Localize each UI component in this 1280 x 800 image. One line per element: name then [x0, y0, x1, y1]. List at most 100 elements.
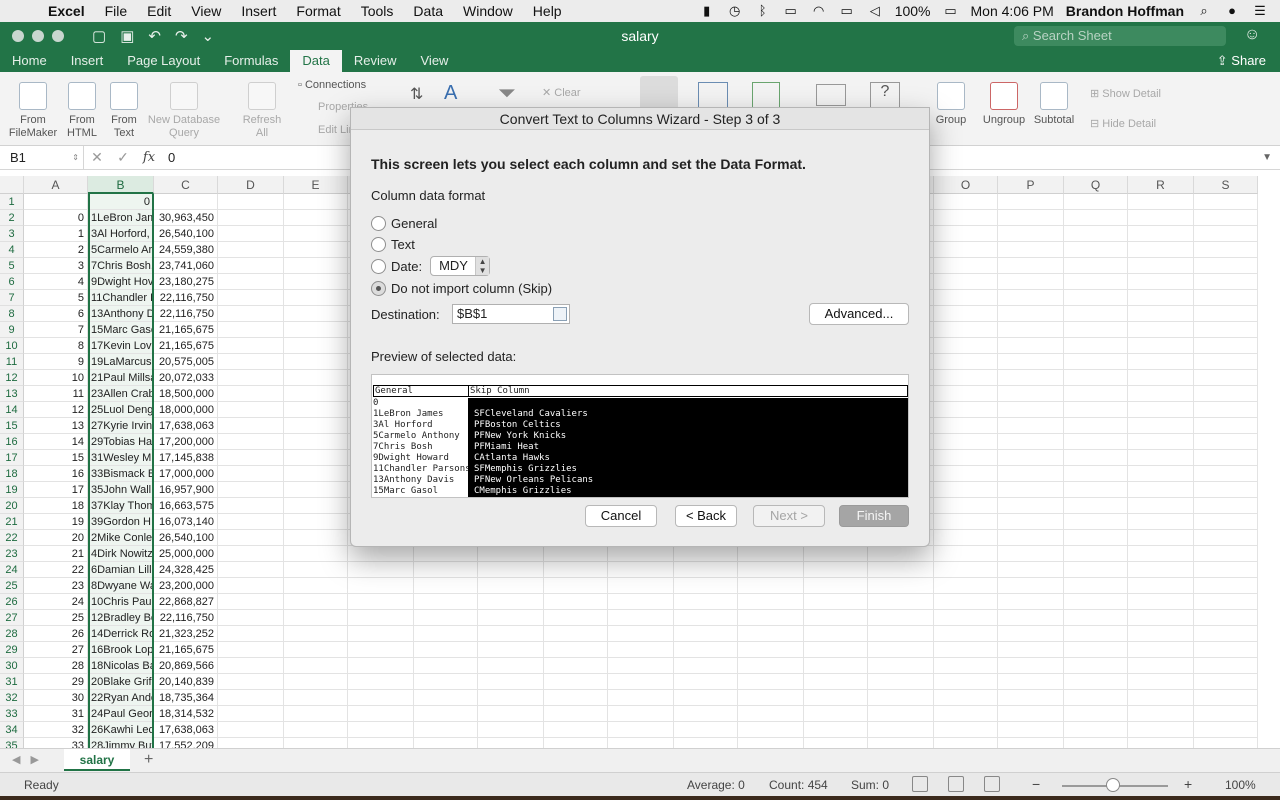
cell[interactable] — [1064, 690, 1128, 706]
cell[interactable] — [478, 578, 544, 594]
cell[interactable] — [1128, 626, 1194, 642]
range-picker-icon[interactable] — [553, 307, 567, 321]
cell[interactable] — [544, 562, 608, 578]
add-sheet-icon[interactable]: + — [144, 751, 153, 769]
cell[interactable] — [544, 578, 608, 594]
cell[interactable] — [544, 546, 608, 562]
cell[interactable] — [738, 642, 804, 658]
cell[interactable] — [1194, 530, 1258, 546]
cell[interactable] — [1128, 546, 1194, 562]
cell[interactable] — [1194, 210, 1258, 226]
row-header[interactable]: 22 — [0, 530, 24, 546]
cell[interactable] — [284, 562, 348, 578]
cell[interactable] — [284, 674, 348, 690]
cell[interactable] — [1064, 722, 1128, 738]
row-header[interactable]: 30 — [0, 658, 24, 674]
cell[interactable] — [414, 658, 478, 674]
cell[interactable] — [218, 210, 284, 226]
cell[interactable] — [478, 738, 544, 748]
column-header-c[interactable]: C — [154, 176, 218, 194]
cell[interactable] — [934, 194, 998, 210]
customize-toolbar-icon[interactable]: ⌄ — [202, 27, 215, 45]
cell[interactable] — [1064, 674, 1128, 690]
cell-a[interactable]: 10 — [24, 370, 88, 386]
cell[interactable] — [478, 610, 544, 626]
row-header[interactable]: 24 — [0, 562, 24, 578]
cell[interactable] — [998, 466, 1064, 482]
cell[interactable] — [998, 274, 1064, 290]
cell-b[interactable]: 31Wesley M — [88, 450, 154, 466]
cell[interactable] — [934, 626, 998, 642]
cell[interactable] — [414, 578, 478, 594]
cell-b[interactable]: 1LeBron James — [88, 210, 154, 226]
cell[interactable] — [348, 674, 414, 690]
cell-c[interactable]: 23,200,000 — [154, 578, 218, 594]
row-header[interactable]: 33 — [0, 706, 24, 722]
cell-b[interactable]: 33Bismack B — [88, 466, 154, 482]
cell-b[interactable]: 20Blake Grif — [88, 674, 154, 690]
cell[interactable] — [1064, 290, 1128, 306]
cell[interactable] — [218, 706, 284, 722]
cell[interactable] — [218, 322, 284, 338]
cell[interactable] — [1064, 498, 1128, 514]
radio-skip-circle[interactable] — [371, 281, 386, 296]
cell-b[interactable]: 23Allen Crab — [88, 386, 154, 402]
cell[interactable] — [1194, 258, 1258, 274]
cell[interactable] — [868, 674, 934, 690]
cell-a[interactable]: 17 — [24, 482, 88, 498]
cell-a[interactable]: 33 — [24, 738, 88, 748]
cell[interactable] — [284, 514, 348, 530]
cell[interactable] — [218, 722, 284, 738]
cell-c[interactable]: 21,165,675 — [154, 338, 218, 354]
cell[interactable] — [1194, 706, 1258, 722]
cell[interactable] — [998, 642, 1064, 658]
cell-c[interactable]: 18,000,000 — [154, 402, 218, 418]
cell-c[interactable]: 23,180,275 — [154, 274, 218, 290]
cell[interactable] — [1064, 658, 1128, 674]
cell[interactable] — [284, 242, 348, 258]
zoom-slider-knob[interactable] — [1106, 778, 1120, 792]
cell-b[interactable]: 13Anthony D — [88, 306, 154, 322]
cell[interactable] — [934, 562, 998, 578]
cell[interactable] — [934, 370, 998, 386]
cell[interactable] — [218, 658, 284, 674]
cell[interactable] — [998, 194, 1064, 210]
wifi-icon[interactable]: ◠ — [811, 4, 827, 18]
cell-c[interactable]: 17,000,000 — [154, 466, 218, 482]
cell[interactable] — [1128, 594, 1194, 610]
cell[interactable] — [348, 738, 414, 748]
microphone-icon[interactable]: ▮ — [699, 4, 715, 18]
cell[interactable] — [998, 450, 1064, 466]
airplay-icon[interactable]: ▭ — [839, 4, 855, 18]
cell-a[interactable]: 30 — [24, 690, 88, 706]
cell[interactable] — [218, 274, 284, 290]
cell[interactable] — [1064, 258, 1128, 274]
cell-a[interactable]: 7 — [24, 322, 88, 338]
clear-filter-button[interactable]: ✕ Clear — [542, 86, 581, 99]
cell[interactable] — [608, 610, 674, 626]
new-database-query-button[interactable]: New Database Query — [146, 72, 222, 140]
cell[interactable] — [1194, 434, 1258, 450]
cell[interactable] — [934, 642, 998, 658]
cell[interactable] — [1194, 722, 1258, 738]
cell-a[interactable]: 26 — [24, 626, 88, 642]
cell[interactable] — [1064, 194, 1128, 210]
cell[interactable] — [414, 610, 478, 626]
cell[interactable] — [1064, 706, 1128, 722]
cell[interactable] — [1128, 210, 1194, 226]
cell[interactable] — [998, 610, 1064, 626]
cell[interactable] — [284, 498, 348, 514]
cell[interactable] — [1064, 514, 1128, 530]
cancel-button[interactable]: Cancel — [585, 505, 657, 527]
cell[interactable] — [1064, 354, 1128, 370]
cell[interactable] — [674, 562, 738, 578]
row-header[interactable]: 20 — [0, 498, 24, 514]
cell-a[interactable]: 23 — [24, 578, 88, 594]
cell[interactable] — [478, 658, 544, 674]
radio-date-circle[interactable] — [371, 258, 386, 274]
cell[interactable] — [284, 226, 348, 242]
cell[interactable] — [674, 626, 738, 642]
cell[interactable] — [1064, 226, 1128, 242]
cell[interactable] — [998, 258, 1064, 274]
cell[interactable] — [478, 706, 544, 722]
